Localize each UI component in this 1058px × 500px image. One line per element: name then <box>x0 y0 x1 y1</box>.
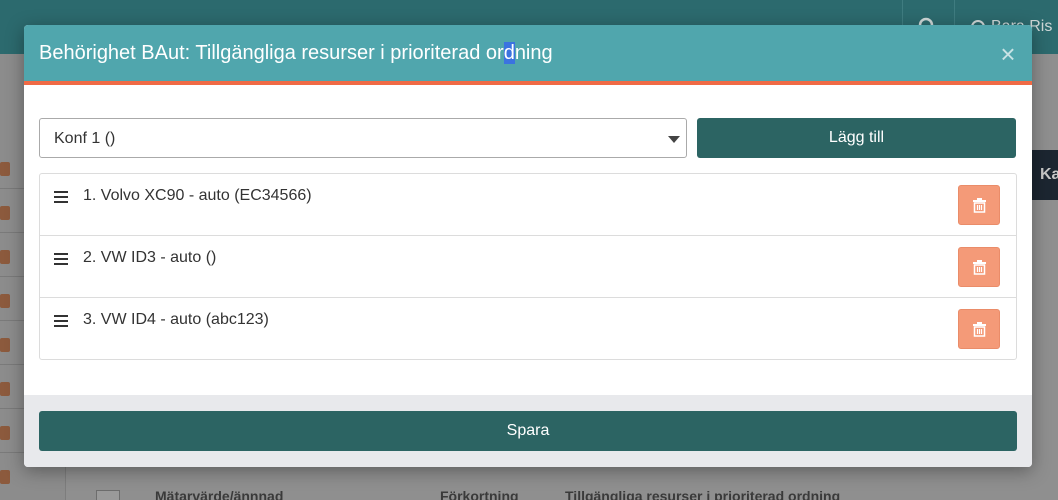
close-icon[interactable]: × <box>996 39 1020 69</box>
column-header: Mätarvärde/ännnad <box>155 488 284 500</box>
modal-header: Behörighet BAut: Tillgängliga resurser i… <box>24 25 1032 85</box>
add-button[interactable]: Lägg till <box>697 118 1016 158</box>
configuration-select[interactable]: Konf 1 () <box>39 118 687 158</box>
column-header: Förkortning <box>440 488 519 500</box>
trash-icon <box>973 198 986 213</box>
row-checkbox[interactable] <box>96 490 120 500</box>
trash-icon <box>973 322 986 337</box>
item-label: 1. Volvo XC90 - auto (EC34566) <box>83 187 312 204</box>
delete-button[interactable] <box>958 309 1000 349</box>
modal-title: Behörighet BAut: Tillgängliga resurser i… <box>39 42 553 64</box>
list-item[interactable]: 3. VW ID4 - auto (abc123) <box>40 298 1016 360</box>
item-label: 2. VW ID3 - auto () <box>83 249 217 266</box>
delete-button[interactable] <box>958 185 1000 225</box>
modal-footer: Spara <box>24 395 1032 467</box>
trash-icon <box>973 260 986 275</box>
delete-button[interactable] <box>958 247 1000 287</box>
resource-list: 1. Volvo XC90 - auto (EC34566) 2. VW ID3… <box>39 173 1017 360</box>
item-label: 3. VW ID4 - auto (abc123) <box>83 311 269 328</box>
column-header: Tillgängliga resurser i prioriterad ordn… <box>565 488 841 500</box>
drag-handle-icon[interactable] <box>54 191 68 203</box>
permission-modal: Behörighet BAut: Tillgängliga resurser i… <box>24 25 1032 467</box>
list-item[interactable]: 2. VW ID3 - auto () <box>40 236 1016 298</box>
side-action-button[interactable]: Ka <box>1030 150 1058 200</box>
caret-down-icon <box>668 136 680 143</box>
list-item[interactable]: 1. Volvo XC90 - auto (EC34566) <box>40 174 1016 236</box>
drag-handle-icon[interactable] <box>54 253 68 265</box>
drag-handle-icon[interactable] <box>54 315 68 327</box>
save-button[interactable]: Spara <box>39 411 1017 451</box>
select-value: Konf 1 () <box>54 130 116 147</box>
text-selection: d <box>503 42 515 64</box>
